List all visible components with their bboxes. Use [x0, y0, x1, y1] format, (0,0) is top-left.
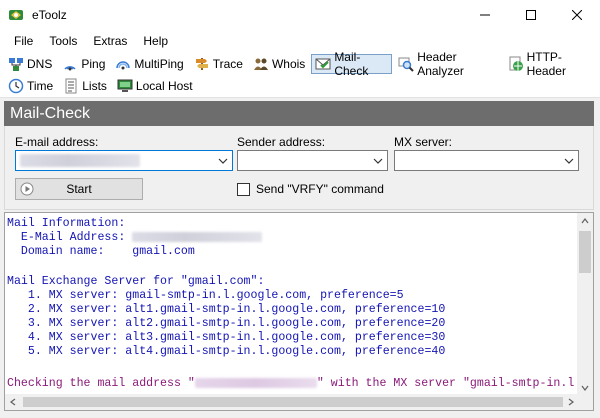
checking-suffix: " with the MX server "gmail-smtp-in.l.go: [316, 377, 579, 390]
chevron-down-icon: [218, 158, 228, 164]
maximize-button[interactable]: [508, 0, 554, 30]
tool-multiping-label: MultiPing: [134, 57, 184, 71]
scroll-up-arrow[interactable]: [577, 213, 593, 229]
start-button[interactable]: Start: [15, 178, 143, 200]
scroll-left-arrow[interactable]: [5, 394, 21, 410]
start-button-label: Start: [66, 182, 92, 196]
menu-tools[interactable]: Tools: [41, 32, 85, 50]
trace-icon: [194, 56, 210, 72]
output-line: 5. MX server: alt4.gmail-smtp-in.l.googl…: [7, 345, 446, 358]
etoolz-app-icon: [8, 7, 24, 23]
tool-trace-label: Trace: [212, 57, 243, 71]
tool-header-analyzer-label: Header Analyzer: [417, 50, 464, 78]
vrfy-label: Send "VRFY" command: [256, 182, 384, 196]
multiping-icon: [115, 56, 131, 72]
tool-multiping[interactable]: MultiPing: [111, 54, 187, 74]
horizontal-scroll-thumb[interactable]: [23, 397, 563, 407]
tool-time[interactable]: Time: [4, 76, 57, 96]
tool-local-host-label: Local Host: [135, 79, 193, 93]
output-line: 1. MX server: gmail-smtp-in.l.google.com…: [7, 289, 404, 302]
chevron-down-icon: [581, 385, 589, 391]
email-value-redacted: [20, 154, 140, 167]
output-line: 4. MX server: alt3.gmail-smtp-in.l.googl…: [7, 331, 446, 344]
tool-lists-label: Lists: [82, 79, 107, 93]
chevron-down-icon: [373, 158, 383, 164]
tool-trace[interactable]: Trace: [190, 54, 247, 74]
window-title: eToolz: [32, 8, 67, 22]
network-icon: [8, 56, 24, 72]
horizontal-scrollbar[interactable]: [5, 394, 579, 410]
output-line: 2. MX server: alt1.gmail-smtp-in.l.googl…: [7, 303, 446, 316]
output-log[interactable]: Mail Information: E-Mail Address: Domain…: [4, 212, 594, 411]
panel-title: Mail-Check: [4, 101, 594, 126]
scrollbar-corner: [577, 394, 593, 410]
tool-header-analyzer[interactable]: Header Analyzer: [394, 50, 501, 78]
vrfy-option[interactable]: Send "VRFY" command: [237, 182, 384, 196]
close-icon: [572, 10, 582, 20]
tool-whois[interactable]: Whois: [249, 54, 309, 74]
checking-prefix: Checking the mail address ": [7, 377, 195, 390]
chevron-right-icon: [568, 398, 574, 406]
toolbar-row-2: Time Lists Local Host: [4, 75, 199, 97]
computer-icon: [117, 78, 133, 94]
output-line: Checking the mail address " " with the MX…: [7, 377, 579, 391]
email-address-key: E-Mail Address:: [7, 231, 133, 244]
vrfy-checkbox[interactable]: [237, 182, 250, 196]
list-icon: [63, 78, 79, 94]
mail-check-form: E-mail address: Sender address: MX serve…: [4, 126, 594, 210]
maximize-icon: [526, 10, 536, 20]
tool-lists[interactable]: Lists: [59, 76, 111, 96]
globe-icon: [508, 56, 524, 72]
tool-dns-label: DNS: [27, 57, 53, 71]
chevron-up-icon: [581, 218, 589, 224]
output-line: Domain name: gmail.com: [7, 245, 195, 258]
envelope-check-icon: [315, 56, 331, 72]
menu-help[interactable]: Help: [135, 32, 176, 50]
tool-ping[interactable]: Ping: [58, 54, 109, 74]
output-line: Mail Information:: [7, 217, 126, 230]
people-icon: [253, 56, 269, 72]
output-line: E-Mail Address:: [7, 231, 263, 245]
menu-file[interactable]: File: [6, 32, 41, 50]
chevron-down-icon: [564, 158, 574, 164]
tool-http-header[interactable]: HTTP-Header: [504, 50, 598, 78]
tool-dns[interactable]: DNS: [4, 54, 56, 74]
minimize-button[interactable]: [462, 0, 508, 30]
mx-server-label: MX server:: [394, 135, 453, 149]
tool-mail-check-label: Mail-Check: [334, 50, 369, 78]
toolbar: DNS Ping MultiPing Trace Whois Mail-Chec…: [0, 50, 600, 98]
email-combo[interactable]: [15, 150, 233, 171]
mx-server-combo[interactable]: [394, 150, 579, 171]
vertical-scrollbar[interactable]: [577, 213, 593, 396]
tool-local-host[interactable]: Local Host: [113, 76, 197, 96]
tool-ping-label: Ping: [81, 57, 106, 71]
clock-icon: [8, 78, 24, 94]
sender-label: Sender address:: [237, 135, 326, 149]
menu-bar: File Tools Extras Help: [0, 30, 600, 52]
minimize-icon: [480, 14, 490, 16]
output-content: Mail Information: E-Mail Address: Domain…: [5, 213, 579, 396]
close-button[interactable]: [554, 0, 600, 30]
sender-combo[interactable]: [237, 150, 388, 171]
play-icon: [20, 182, 34, 196]
vertical-scroll-thumb[interactable]: [579, 231, 591, 273]
tool-http-header-label: HTTP-Header: [526, 50, 566, 78]
tool-mail-check[interactable]: Mail-Check: [311, 50, 393, 78]
checked-address-redacted: [194, 377, 317, 388]
ping-icon: [62, 56, 78, 72]
output-line: 3. MX server: alt2.gmail-smtp-in.l.googl…: [7, 317, 446, 330]
title-bar[interactable]: eToolz: [0, 0, 600, 30]
magnifier-icon: [398, 56, 414, 72]
tool-time-label: Time: [27, 79, 54, 93]
output-line: Mail Exchange Server for "gmail.com":: [7, 275, 265, 288]
toolbar-row-1: DNS Ping MultiPing Trace Whois Mail-Chec…: [4, 50, 600, 78]
app-window: eToolz File Tools Extras Help DNS Ping M…: [0, 0, 600, 418]
chevron-left-icon: [10, 398, 16, 406]
email-label: E-mail address:: [15, 135, 99, 149]
menu-extras[interactable]: Extras: [85, 32, 135, 50]
tool-whois-label: Whois: [271, 57, 306, 71]
email-address-redacted: [132, 231, 263, 242]
